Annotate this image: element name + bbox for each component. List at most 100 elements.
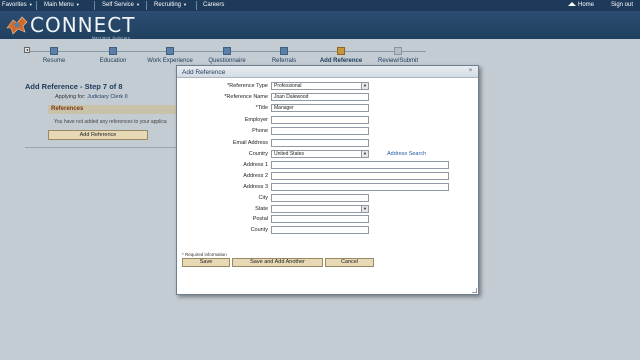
self-service-menu[interactable]: Self Service ▼: [102, 2, 140, 8]
home-link[interactable]: Home: [568, 2, 594, 8]
required-note: * Required information: [182, 252, 227, 257]
progress-steps: ◂ Resume Education Work Experience Quest…: [24, 45, 428, 65]
chevron-down-icon: ▼: [183, 2, 187, 7]
county-row: County: [177, 226, 478, 235]
title-label: *Title: [255, 105, 268, 111]
reference-type-label: *Reference Type: [227, 83, 268, 89]
address3-label: Address 3: [243, 184, 268, 190]
address3-input[interactable]: [271, 183, 449, 191]
step-education-icon[interactable]: [109, 47, 117, 55]
address2-row: Address 2: [177, 172, 478, 181]
address1-row: Address 1: [177, 161, 478, 170]
save-and-add-another-button[interactable]: Save and Add Another: [232, 258, 323, 267]
address2-input[interactable]: [271, 172, 449, 180]
main-menu-label: Main Menu: [44, 2, 74, 8]
address1-input[interactable]: [271, 161, 449, 169]
step-education-label[interactable]: Education: [100, 58, 127, 64]
step-add-reference-label: Add Reference: [319, 58, 363, 64]
reference-name-row: *Reference Name Joan Dalewood: [177, 93, 478, 102]
step-work-experience-label[interactable]: Work Experience: [147, 58, 193, 64]
page-title: Add Reference - Step 7 of 8: [25, 82, 123, 91]
county-label: County: [250, 227, 268, 233]
close-icon[interactable]: ×: [467, 68, 474, 75]
step-referrals-label[interactable]: Referrals: [272, 58, 296, 64]
job-title-link[interactable]: Judiciary Clerk II: [87, 94, 128, 100]
nav-divider: [36, 1, 37, 10]
address2-label: Address 2: [243, 173, 268, 179]
country-row: Country United States ▼ Address Search: [177, 150, 478, 159]
step-review-submit-icon: [394, 47, 402, 55]
country-value: United States: [274, 151, 305, 157]
sign-out-link[interactable]: Sign out: [611, 2, 633, 8]
favorites-menu[interactable]: Favorites ▼: [2, 2, 33, 8]
county-input[interactable]: [271, 226, 369, 234]
step-review-submit-label: Review/Submit: [377, 58, 419, 64]
postal-input[interactable]: [271, 215, 369, 223]
employer-row: Employer: [177, 116, 478, 125]
references-header: References: [48, 105, 188, 114]
step-add-reference-icon: [337, 47, 345, 55]
employer-label: Employer: [244, 117, 268, 123]
references-empty-text: You have not added any references to you…: [54, 119, 167, 125]
resize-handle-icon[interactable]: [472, 288, 477, 293]
email-label: Email Address: [232, 140, 268, 146]
chevron-down-icon: ▼: [361, 151, 368, 157]
step-questionnaire-label[interactable]: Questionnaire: [208, 58, 245, 64]
country-label: Country: [248, 151, 268, 157]
chevron-down-icon: ▼: [361, 83, 368, 89]
recruiting-label: Recruiting: [154, 2, 182, 8]
favorites-label: Favorites: [2, 2, 27, 8]
address1-label: Address 1: [243, 162, 268, 168]
steps-start-icon: ◂: [24, 47, 30, 53]
reference-name-input[interactable]: Joan Dalewood: [271, 93, 369, 101]
state-label: State: [255, 206, 268, 212]
banner: CONNECT Maryland Judiciary: [0, 11, 640, 40]
email-input[interactable]: [271, 139, 369, 147]
nav-divider: [146, 1, 147, 10]
brand-wordmark: CONNECT: [30, 13, 136, 37]
title-row: *Title Manager: [177, 104, 478, 113]
chevron-down-icon: ▼: [136, 2, 140, 7]
careers-link[interactable]: Careers: [203, 2, 224, 8]
self-service-label: Self Service: [102, 2, 135, 8]
postal-row: Postal: [177, 215, 478, 224]
title-input[interactable]: Manager: [271, 104, 369, 112]
step-work-experience-icon[interactable]: [166, 47, 174, 55]
eagle-logo-icon: [6, 16, 28, 35]
nav-divider: [94, 1, 95, 10]
home-label: Home: [578, 2, 595, 8]
reference-type-row: *Reference Type Professional ▼: [177, 82, 478, 91]
city-input[interactable]: [271, 194, 369, 202]
add-reference-button[interactable]: Add Reference: [48, 130, 148, 140]
reference-type-select[interactable]: Professional ▼: [271, 82, 369, 90]
phone-input[interactable]: [271, 127, 369, 135]
state-row: State ▼: [177, 205, 478, 214]
reference-type-value: Professional: [274, 83, 302, 89]
step-referrals-icon[interactable]: [280, 47, 288, 55]
step-resume-label[interactable]: Resume: [43, 58, 65, 64]
chevron-down-icon: ▼: [75, 2, 80, 7]
country-select[interactable]: United States ▼: [271, 150, 369, 158]
city-row: City: [177, 194, 478, 203]
phone-row: Phone: [177, 127, 478, 136]
recruiting-menu[interactable]: Recruiting ▼: [154, 2, 187, 8]
reference-name-label: *Reference Name: [224, 94, 268, 100]
city-label: City: [258, 195, 268, 201]
applying-for: Applying for: Judiciary Clerk II: [55, 94, 128, 100]
save-button[interactable]: Save: [182, 258, 230, 267]
state-select[interactable]: ▼: [271, 205, 369, 213]
chevron-down-icon: ▼: [361, 206, 368, 212]
chevron-down-icon: ▼: [28, 2, 33, 7]
email-row: Email Address: [177, 139, 478, 148]
employer-input[interactable]: [271, 116, 369, 124]
postal-label: Postal: [252, 216, 268, 222]
main-menu[interactable]: Main Menu ▼: [44, 2, 80, 8]
add-reference-dialog: Add Reference × *Reference Type Professi…: [176, 65, 479, 295]
nav-divider: [196, 1, 197, 10]
home-icon: [568, 2, 576, 6]
step-questionnaire-icon[interactable]: [223, 47, 231, 55]
address-search-link[interactable]: Address Search: [387, 151, 426, 157]
cancel-button[interactable]: Cancel: [325, 258, 374, 267]
phone-label: Phone: [252, 128, 268, 134]
step-resume-icon[interactable]: [50, 47, 58, 55]
